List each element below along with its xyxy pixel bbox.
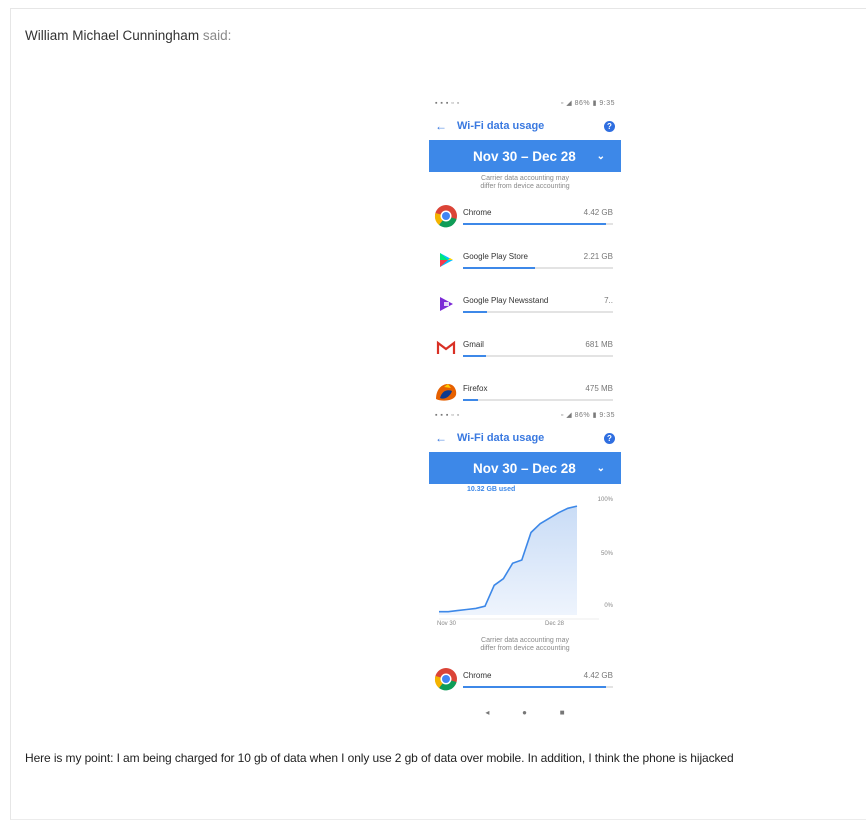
status-icons-right: ▫ ◢ 86% ▮ 9:35 (560, 412, 615, 419)
app-info: Chrome 4.42 GB (463, 671, 621, 688)
usage-bar-track (463, 310, 613, 313)
usage-bar-fill (463, 266, 535, 269)
usage-bar-track (463, 398, 613, 401)
app-name: Google Play Newsstand (463, 295, 549, 305)
nav-back-icon[interactable]: ◂ (485, 708, 489, 717)
status-bar: ▪ ▪ ▪ ▫ ▫ ▫ ◢ 86% ▮ 9:35 (429, 406, 621, 424)
app-usage: 4.42 GB (583, 207, 613, 217)
quote-said: said: (202, 28, 232, 43)
app-name: Gmail (463, 339, 484, 349)
newsstand-icon (429, 295, 463, 313)
gmail-icon (429, 340, 463, 356)
app-bar: ← Wi-Fi data usage ? (429, 424, 621, 452)
app-info: Google Play Store 2.21 GB (463, 252, 621, 269)
app-row-chrome[interactable]: Chrome 4.42 GB (429, 194, 621, 238)
billing-cycle-label: Nov 30 – Dec 28 (473, 460, 576, 476)
billing-cycle-selector[interactable]: Nov 30 – Dec 28 ⌄ (429, 140, 621, 172)
usage-bar-track (463, 266, 613, 269)
x-tick-label: Nov 30 (437, 621, 457, 627)
usage-area (439, 506, 577, 615)
app-info: Google Play Newsstand 7.. (463, 296, 621, 313)
billing-cycle-selector[interactable]: Nov 30 – Dec 28 ⌄ (429, 452, 621, 484)
usage-bar-fill (463, 222, 606, 225)
quote-author[interactable]: William Michael Cunningham (25, 28, 199, 43)
app-name: Chrome (463, 207, 492, 217)
chevron-down-icon: ⌄ (596, 462, 605, 474)
phone-screenshot-app-list: ▪ ▪ ▪ ▫ ▫ ▫ ◢ 86% ▮ 9:35 ← Wi-Fi data us… (429, 94, 621, 406)
carrier-note: Carrier data accounting may differ from … (480, 637, 570, 652)
usage-bar-fill (463, 398, 478, 401)
chevron-down-icon: ⌄ (596, 150, 605, 162)
quote-header: William Michael Cunningham said: (25, 28, 231, 43)
help-icon[interactable]: ? (604, 120, 615, 132)
status-icons-right: ▫ ◢ 86% ▮ 9:35 (560, 100, 615, 107)
usage-bar-fill (463, 354, 486, 357)
app-name: Chrome (463, 670, 492, 680)
screen-title: Wi-Fi data usage (457, 432, 545, 444)
app-usage: 475 MB (585, 383, 613, 393)
app-info: Chrome 4.42 GB (463, 208, 621, 225)
y-tick-label: 100% (597, 497, 613, 503)
app-info: Gmail 681 MB (463, 340, 621, 357)
phone-screenshot-usage-graph: ▪ ▪ ▪ ▫ ▫ ▫ ◢ 86% ▮ 9:35 ← Wi-Fi data us… (429, 406, 621, 738)
nav-recents-icon[interactable]: ■ (560, 708, 565, 717)
usage-bar-fill (463, 685, 606, 688)
app-name: Google Play Store (463, 251, 528, 261)
nav-home-icon[interactable]: ● (522, 708, 527, 717)
app-bar: ← Wi-Fi data usage ? (429, 112, 621, 140)
firefox-icon (429, 381, 463, 403)
app-row-firefox[interactable]: Firefox 475 MB (429, 370, 621, 406)
status-bar: ▪ ▪ ▪ ▫ ▫ ▫ ◢ 86% ▮ 9:35 (429, 94, 621, 112)
y-tick-label: 0% (604, 603, 613, 609)
app-row-google-play-store[interactable]: Google Play Store 2.21 GB (429, 238, 621, 282)
usage-bar-track (463, 222, 613, 225)
play-store-icon (429, 251, 463, 269)
post-body-text: Here is my point: I am being charged for… (25, 751, 734, 765)
app-row-chrome[interactable]: Chrome 4.42 GB (429, 657, 621, 701)
usage-chart-svg (439, 505, 599, 620)
x-tick-label: Dec 28 (545, 621, 565, 627)
billing-cycle-label: Nov 30 – Dec 28 (473, 148, 576, 164)
back-arrow-icon[interactable]: ← (435, 431, 457, 445)
app-list: Chrome 4.42 GB Google Play Store 2.21 GB Goo… (429, 194, 621, 406)
app-row-gmail[interactable]: Gmail 681 MB (429, 326, 621, 370)
usage-bar-track (463, 354, 613, 357)
screen-title: Wi-Fi data usage (457, 120, 545, 132)
app-usage: 4.42 GB (583, 670, 613, 680)
status-icons-left: ▪ ▪ ▪ ▫ ▫ (435, 411, 460, 419)
carrier-note: Carrier data accounting may differ from … (480, 175, 570, 190)
usage-bar-track (463, 685, 613, 688)
y-tick-label: 50% (600, 551, 613, 557)
nav-bar: ◂ ● ■ (429, 701, 621, 723)
app-info: Firefox 475 MB (463, 384, 621, 401)
app-name: Firefox (463, 383, 488, 393)
help-icon[interactable]: ? (604, 432, 615, 444)
status-icons-left: ▪ ▪ ▪ ▫ ▫ (435, 99, 460, 107)
usage-chart: 100% 50% 0% Nov 30 Dec 28 (429, 493, 621, 633)
chrome-icon (429, 204, 463, 228)
app-usage: 2.21 GB (583, 251, 613, 261)
usage-bar-fill (463, 310, 487, 313)
app-row-google-play-newsstand[interactable]: Google Play Newsstand 7.. (429, 282, 621, 326)
app-usage: 681 MB (585, 339, 613, 349)
app-usage: 7.. (604, 295, 613, 305)
data-used-label: 10.32 GB used (467, 486, 516, 493)
chrome-icon (429, 667, 463, 691)
back-arrow-icon[interactable]: ← (435, 119, 457, 133)
